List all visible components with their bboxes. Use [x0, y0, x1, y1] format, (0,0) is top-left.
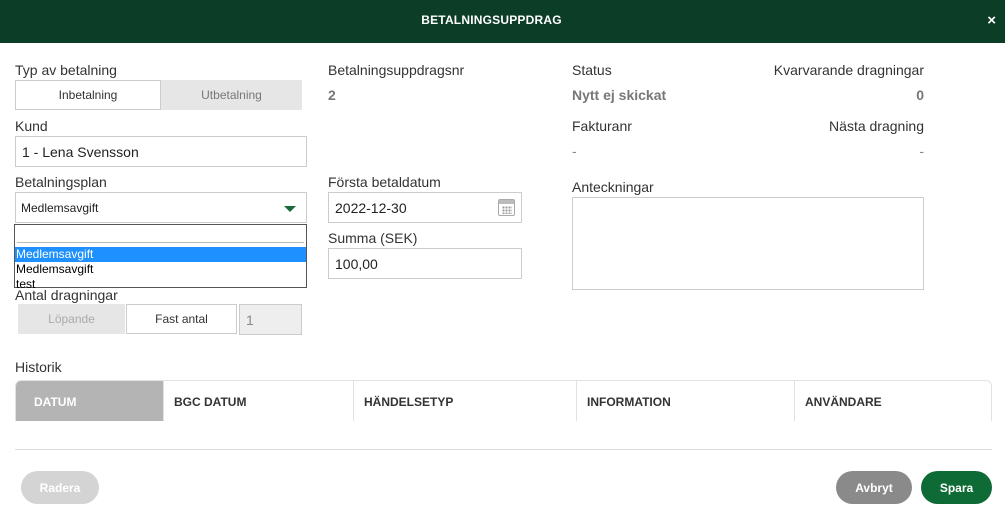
- plan-select-value: Medlemsavgift: [21, 200, 99, 215]
- column-header-bgc-datum[interactable]: BGC DATUM: [164, 381, 354, 421]
- dialog-header: BETALNINGSUPPDRAG ×: [0, 0, 1005, 43]
- footer-divider: [15, 449, 992, 450]
- plan-dropdown: Medlemsavgift Medlemsavgift test: [14, 224, 307, 291]
- notes-textarea[interactable]: [572, 197, 924, 290]
- invoice-value: -: [572, 143, 577, 159]
- utbetalning-toggle[interactable]: Utbetalning: [161, 80, 302, 110]
- first-date-input[interactable]: 2022-12-30: [328, 192, 522, 223]
- remaining-value: 0: [916, 87, 924, 103]
- notes-label: Anteckningar: [572, 179, 654, 195]
- order-number-value: 2: [328, 87, 336, 103]
- status-label: Status: [572, 62, 612, 78]
- column-header-information[interactable]: INFORMATION: [577, 381, 795, 421]
- remaining-label: Kvarvarande dragningar: [773, 62, 924, 78]
- plan-option[interactable]: Medlemsavgift: [15, 247, 306, 262]
- calendar-icon[interactable]: [498, 199, 515, 216]
- dialog-title: BETALNINGSUPPDRAG: [421, 13, 562, 27]
- plan-label: Betalningsplan: [15, 174, 107, 190]
- column-header-datum[interactable]: DATUM: [16, 381, 164, 421]
- plan-select[interactable]: Medlemsavgift: [15, 192, 307, 223]
- plan-option[interactable]: Medlemsavgift: [15, 262, 306, 277]
- order-number-label: Betalningsuppdragsnr: [328, 62, 465, 78]
- save-button[interactable]: Spara: [921, 471, 992, 504]
- history-label: Historik: [15, 359, 62, 375]
- cancel-button[interactable]: Avbryt: [836, 471, 912, 504]
- customer-label: Kund: [15, 118, 48, 134]
- inbetalning-toggle[interactable]: Inbetalning: [15, 80, 161, 110]
- first-date-label: Första betaldatum: [328, 174, 441, 190]
- first-date-value: 2022-12-30: [335, 199, 407, 216]
- close-icon[interactable]: ×: [987, 12, 996, 29]
- payment-type-label: Typ av betalning: [15, 62, 117, 78]
- fast-antal-toggle[interactable]: Fast antal: [126, 304, 237, 334]
- customer-input[interactable]: 1 - Lena Svensson: [15, 136, 307, 167]
- next-draw-value: -: [919, 143, 924, 159]
- amount-input[interactable]: 100,00: [328, 248, 522, 279]
- lopande-toggle[interactable]: Löpande: [18, 304, 125, 334]
- invoice-label: Fakturanr: [572, 118, 632, 134]
- column-header-anvandare[interactable]: ANVÄNDARE: [795, 381, 991, 421]
- chevron-down-icon: [284, 206, 296, 212]
- delete-button[interactable]: Radera: [21, 471, 99, 504]
- column-header-handelsetyp[interactable]: HÄNDELSETYP: [354, 381, 577, 421]
- status-value: Nytt ej skickat: [572, 87, 667, 103]
- draw-count-label: Antal dragningar: [15, 287, 118, 303]
- next-draw-label: Nästa dragning: [829, 118, 924, 134]
- plan-dropdown-search[interactable]: [17, 227, 304, 243]
- draw-count-input[interactable]: 1: [239, 304, 302, 335]
- history-table-header: DATUM BGC DATUM HÄNDELSETYP INFORMATION …: [15, 380, 992, 421]
- amount-label: Summa (SEK): [328, 230, 418, 246]
